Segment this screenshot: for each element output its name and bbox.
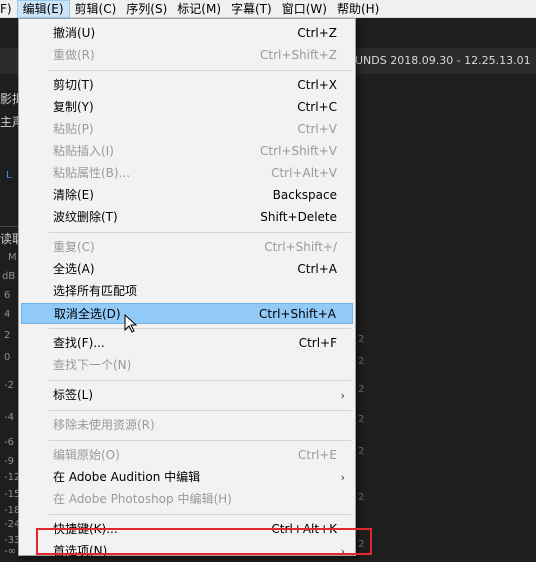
- menu-item: 编辑原始(O) Ctrl+E: [21, 445, 353, 466]
- meter-scale-label: -4: [4, 412, 14, 423]
- menu-item-label: 查找(F)...: [53, 336, 105, 350]
- menu-item: 在 Adobe Photoshop 中编辑(H): [21, 489, 353, 510]
- menubar-item[interactable]: 帮助(H): [332, 0, 384, 18]
- menu-item-shortcut: Shift+Delete: [260, 210, 337, 224]
- menubar-item[interactable]: 序列(S): [121, 0, 172, 18]
- menu-item-label: 取消全选(D): [54, 307, 121, 321]
- menu-item[interactable]: 剪切(T) Ctrl+X: [21, 75, 353, 96]
- menu-item-label: 移除未使用资源(R): [53, 418, 155, 432]
- menu-item-label: 选择所有匹配项: [53, 284, 138, 298]
- menu-item-shortcut: Ctrl+F: [298, 336, 337, 350]
- meter-scale-label: 6: [4, 290, 11, 301]
- menu-separator: [49, 232, 351, 233]
- bg-label-db: dB: [2, 271, 16, 282]
- menubar-item[interactable]: 编辑(E): [16, 0, 70, 18]
- menu-item[interactable]: 清除(E) Backspace: [21, 185, 353, 206]
- menu-item-label: 在 Adobe Audition 中编辑: [53, 470, 201, 484]
- menu-item: 重做(R) Ctrl+Shift+Z: [21, 45, 353, 66]
- menu-item[interactable]: 撤消(U) Ctrl+Z: [21, 23, 353, 44]
- menu-separator: [49, 440, 351, 441]
- menubar-item[interactable]: 窗口(W): [277, 0, 332, 18]
- sequence-title: UNDS 2018.09.30 - 12.25.13.01: [355, 54, 531, 67]
- menu-item-shortcut: Ctrl+V: [297, 122, 337, 136]
- menu-item: 重复(C) Ctrl+Shift+/: [21, 237, 353, 258]
- menu-item[interactable]: 在 Adobe Audition 中编辑 ›: [21, 467, 353, 488]
- menubar-item[interactable]: 字幕(T): [226, 0, 277, 18]
- menu-item-label: 粘贴属性(B)...: [53, 166, 131, 180]
- meter-scale-label: -2: [4, 380, 14, 391]
- meter-scale-label: -∞: [4, 546, 16, 557]
- menu-item-label: 粘贴插入(I): [53, 144, 114, 158]
- menu-bar: F) 编辑(E) 剪辑(C) 序列(S) 标记(M) 字幕(T) 窗口(W) 帮助(H): [0, 0, 536, 18]
- menu-item-label: 全选(A): [53, 262, 95, 276]
- menu-item-label: 粘贴(P): [53, 122, 94, 136]
- menu-item[interactable]: 选择所有匹配项: [21, 281, 353, 302]
- menu-item: 查找下一个(N): [21, 355, 353, 376]
- chevron-right-icon: ›: [340, 389, 345, 402]
- menu-item-shortcut: Ctrl+Z: [297, 26, 337, 40]
- menubar-item[interactable]: F): [0, 0, 17, 18]
- menu-item-shortcut: Ctrl+Shift+/: [264, 240, 337, 254]
- menu-separator: [49, 380, 351, 381]
- menu-item[interactable]: 全选(A) Ctrl+A: [21, 259, 353, 280]
- annotation-highlight-box: [36, 528, 372, 555]
- menu-item-shortcut: Ctrl+Shift+V: [260, 144, 337, 158]
- menu-item-label: 查找下一个(N): [53, 358, 132, 372]
- menu-item: 粘贴属性(B)... Ctrl+Alt+V: [21, 163, 353, 184]
- menu-item[interactable]: 取消全选(D) Ctrl+Shift+A: [21, 303, 353, 324]
- menu-separator: [49, 410, 351, 411]
- menu-separator: [49, 328, 351, 329]
- menu-separator: [49, 514, 351, 515]
- menu-item: 粘贴插入(I) Ctrl+Shift+V: [21, 141, 353, 162]
- menu-item-shortcut: Ctrl+C: [297, 100, 337, 114]
- menu-item-shortcut: Ctrl+A: [297, 262, 337, 276]
- edit-menu-dropdown: 撤消(U) Ctrl+Z 重做(R) Ctrl+Shift+Z 剪切(T) Ctrl+X 复…: [18, 18, 356, 558]
- menu-item[interactable]: 查找(F)... Ctrl+F: [21, 333, 353, 354]
- menu-item-shortcut: Ctrl+E: [298, 448, 337, 462]
- menubar-item[interactable]: 剪辑(C): [70, 0, 122, 18]
- menu-item[interactable]: 复制(Y) Ctrl+C: [21, 97, 353, 118]
- menu-item[interactable]: 波纹删除(T) Shift+Delete: [21, 207, 353, 228]
- menu-item[interactable]: 标签(L) ›: [21, 385, 353, 406]
- menu-item-label: 重做(R): [53, 48, 95, 62]
- bg-track-number: 2: [358, 492, 365, 503]
- bg-track-number: 2: [358, 384, 365, 395]
- menu-item-label: 标签(L): [53, 388, 94, 402]
- menu-item-label: 在 Adobe Photoshop 中编辑(H): [53, 492, 232, 506]
- menu-item-shortcut: Ctrl+Shift+Z: [260, 48, 337, 62]
- menu-item-label: 剪切(T): [53, 78, 94, 92]
- bg-channel-l: L: [6, 170, 12, 181]
- menu-item-label: 清除(E): [53, 188, 94, 202]
- menu-item-label: 波纹删除(T): [53, 210, 118, 224]
- menu-item-shortcut: Ctrl+Shift+A: [259, 307, 336, 321]
- menu-item-label: 复制(Y): [53, 100, 94, 114]
- meter-scale-label: 4: [4, 309, 11, 320]
- meter-scale-label: -6: [4, 437, 14, 448]
- meter-scale-label: -9: [4, 456, 14, 467]
- menu-item-label: 撤消(U): [53, 26, 96, 40]
- bg-track-number: 2: [358, 334, 365, 345]
- menu-item: 移除未使用资源(R): [21, 415, 353, 436]
- bg-track-number: 2: [358, 356, 365, 367]
- menu-item-label: 编辑原始(O): [53, 448, 120, 462]
- bg-label-m: M: [8, 252, 17, 263]
- menubar-item[interactable]: 标记(M): [172, 0, 226, 18]
- menu-item-shortcut: Ctrl+X: [297, 78, 337, 92]
- meter-scale-label: 0: [4, 352, 11, 363]
- meter-scale-label: 2: [4, 330, 11, 341]
- bg-track-number: 2: [358, 414, 365, 425]
- bg-divider: [0, 226, 20, 227]
- menu-item: 粘贴(P) Ctrl+V: [21, 119, 353, 140]
- bg-track-number: 2: [358, 446, 365, 457]
- arrow-pointer-icon: [124, 314, 138, 333]
- menu-item-shortcut: Backspace: [272, 188, 337, 202]
- menu-item-label: 重复(C): [53, 240, 95, 254]
- chevron-right-icon: ›: [340, 471, 345, 484]
- menu-item-shortcut: Ctrl+Alt+V: [271, 166, 337, 180]
- menu-separator: [49, 70, 351, 71]
